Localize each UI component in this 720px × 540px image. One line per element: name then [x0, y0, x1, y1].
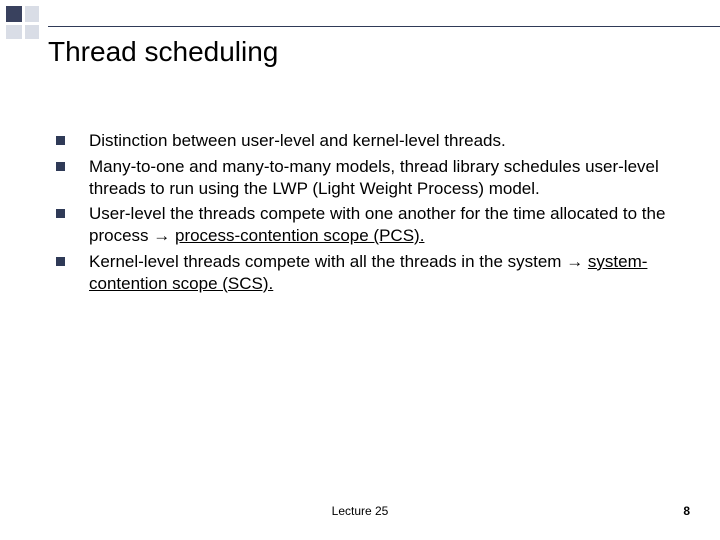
deco-square-large	[6, 6, 22, 22]
list-item-text: Kernel-level threads compete with all th…	[89, 251, 680, 295]
arrow-icon: →	[153, 226, 175, 245]
footer-page-number: 8	[683, 504, 690, 518]
bullet-icon	[56, 136, 65, 145]
deco-square-small	[6, 25, 22, 39]
list-item-text: User-level the threads compete with one …	[89, 203, 680, 247]
bullet-icon	[56, 257, 65, 266]
list-item-text: Distinction between user-level and kerne…	[89, 130, 680, 152]
deco-square-small	[25, 6, 39, 22]
arrow-icon: →	[566, 252, 588, 271]
list-item: Distinction between user-level and kerne…	[56, 130, 680, 152]
bullet-icon	[56, 209, 65, 218]
title-rule	[48, 26, 720, 27]
list-item-text-pre: Kernel-level threads compete with all th…	[89, 252, 566, 271]
list-item: Many-to-one and many-to-many models, thr…	[56, 156, 680, 200]
deco-square-small	[25, 25, 39, 39]
footer-lecture: Lecture 25	[0, 504, 720, 518]
list-item: User-level the threads compete with one …	[56, 203, 680, 247]
list-item: Kernel-level threads compete with all th…	[56, 251, 680, 295]
bullet-icon	[56, 162, 65, 171]
slide-content: Distinction between user-level and kerne…	[56, 130, 680, 298]
list-item-text: Many-to-one and many-to-many models, thr…	[89, 156, 680, 200]
slide-title: Thread scheduling	[48, 36, 278, 68]
list-item-text-underlined: process-contention scope (PCS).	[175, 226, 424, 245]
corner-decoration	[6, 6, 40, 40]
